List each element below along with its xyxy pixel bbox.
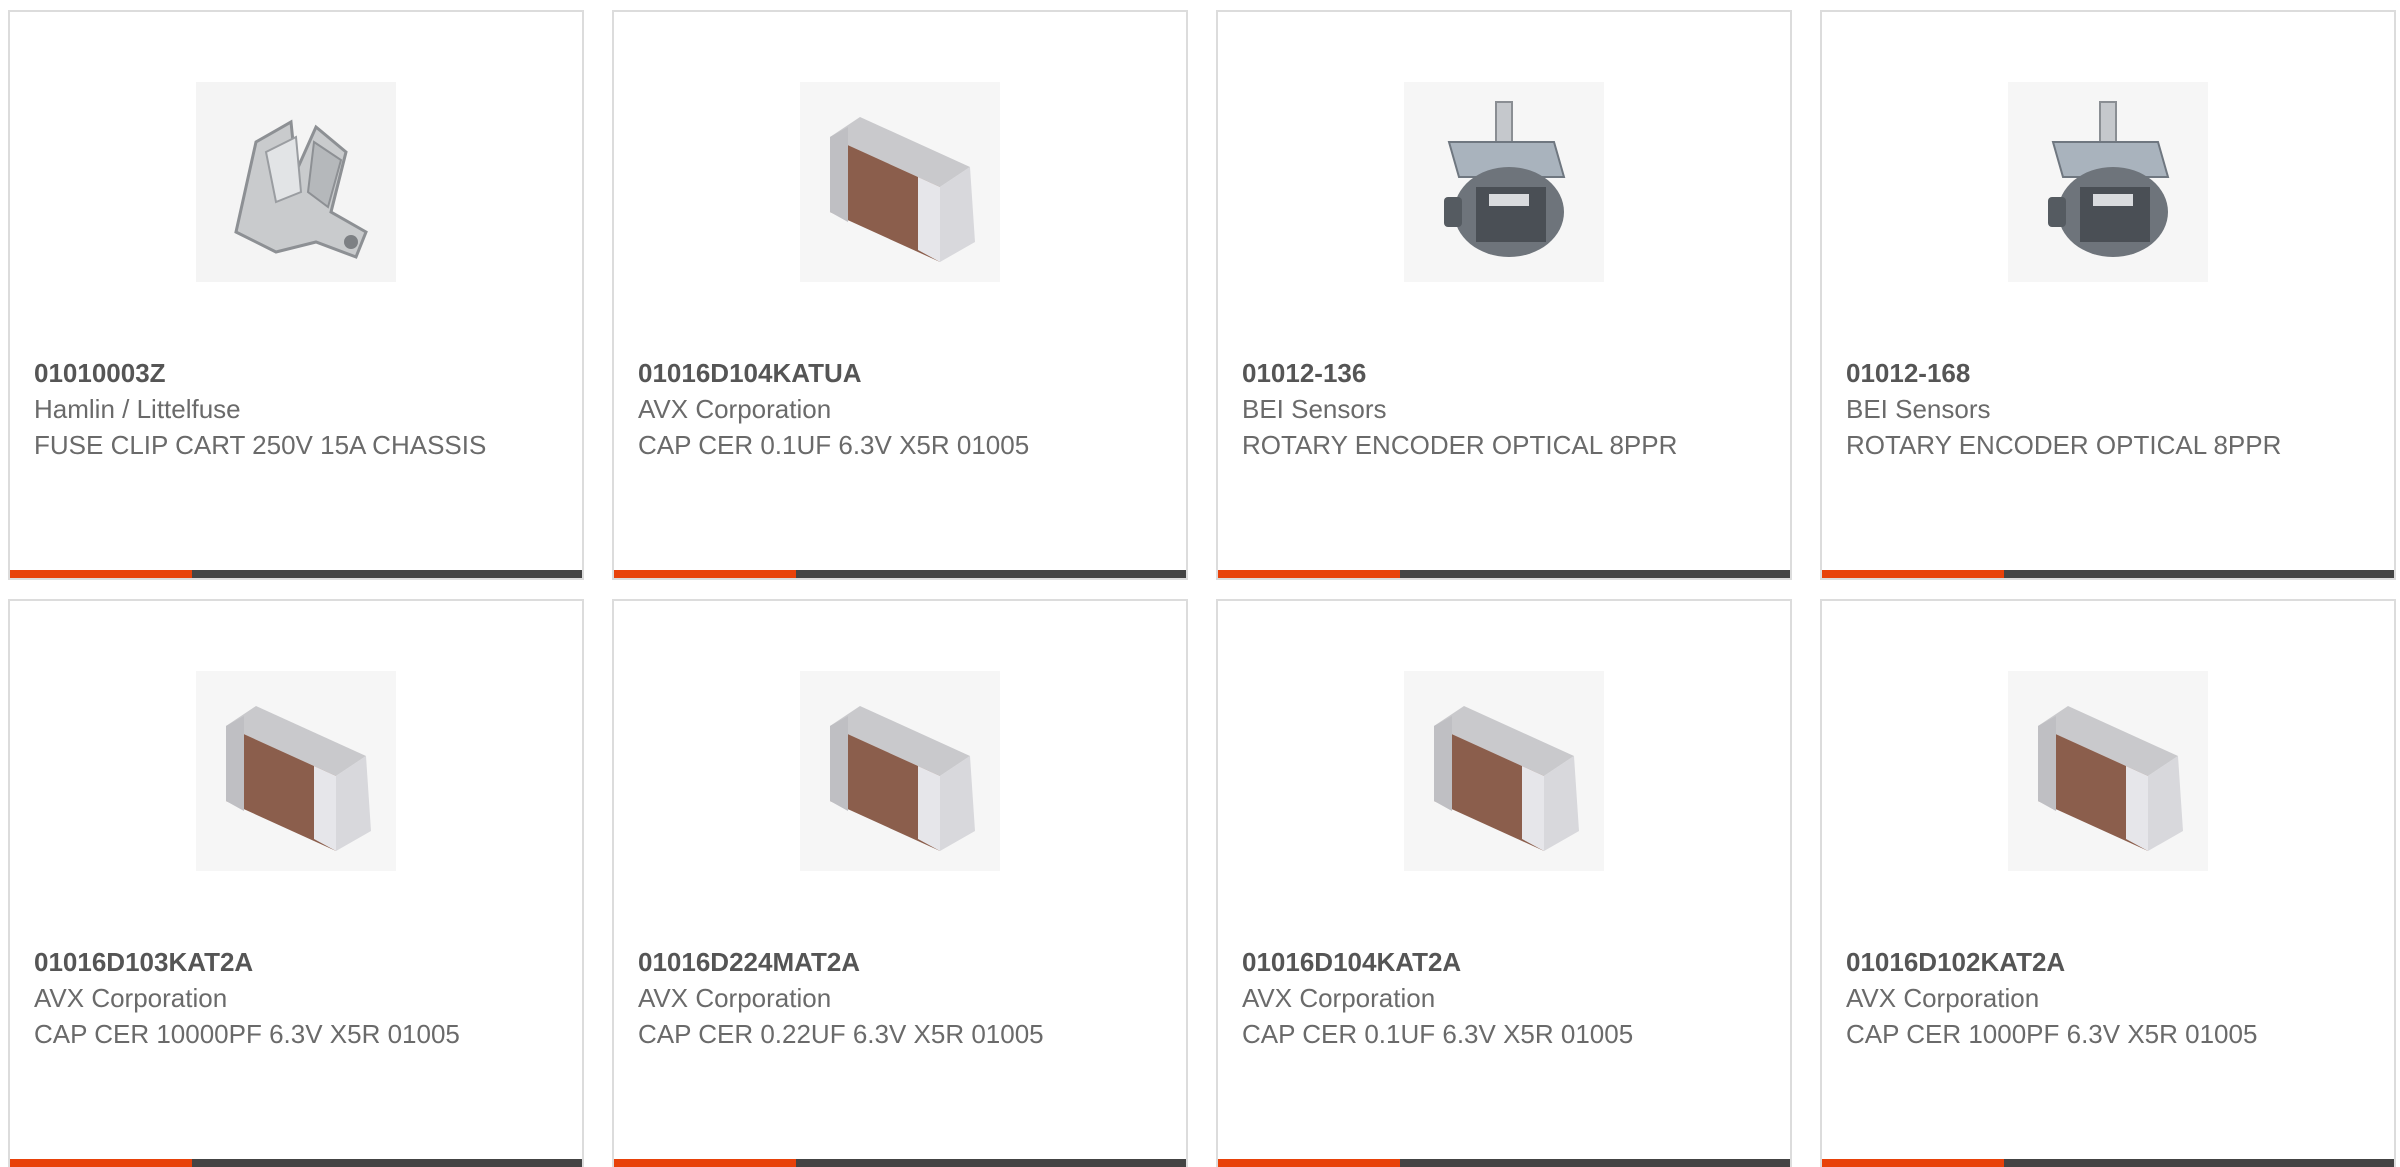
part-number[interactable]: 01012-136 [1242,355,1766,391]
product-description: ROTARY ENCODER OPTICAL 8PPR [1242,430,1678,460]
part-number[interactable]: 01012-168 [1846,355,2370,391]
part-number[interactable]: 01016D102KAT2A [1846,944,2370,980]
card-footer-accent [10,570,192,578]
rotary-encoder-image [1404,82,1604,282]
product-card[interactable]: 01010003Z Hamlin / Littelfuse FUSE CLIP … [8,10,584,580]
product-description: CAP CER 0.1UF 6.3V X5R 01005 [1242,1019,1634,1049]
manufacturer: Hamlin / Littelfuse [34,394,241,424]
part-number[interactable]: 01016D104KAT2A [1242,944,1766,980]
card-footer-accent [1822,570,2004,578]
product-card[interactable]: 01016D102KAT2A AVX Corporation CAP CER 1… [1820,599,2396,1167]
manufacturer: BEI Sensors [1242,394,1387,424]
ceramic-capacitor-image [1404,671,1604,871]
product-card[interactable]: 01016D103KAT2A AVX Corporation CAP CER 1… [8,599,584,1167]
card-footer-bar [10,570,582,578]
product-card[interactable]: 01016D104KATUA AVX Corporation CAP CER 0… [612,10,1188,580]
product-description: CAP CER 0.1UF 6.3V X5R 01005 [638,430,1030,460]
fuse-clip-image [196,82,396,282]
part-number[interactable]: 01016D103KAT2A [34,944,558,980]
product-card[interactable]: 01012-168 BEI Sensors ROTARY ENCODER OPT… [1820,10,2396,580]
card-footer-bar [1218,570,1790,578]
product-card[interactable]: 01016D104KAT2A AVX Corporation CAP CER 0… [1216,599,1792,1167]
product-card[interactable]: 01012-136 BEI Sensors ROTARY ENCODER OPT… [1216,10,1792,580]
ceramic-capacitor-image [196,671,396,871]
part-number[interactable]: 01010003Z [34,355,558,391]
card-footer-bar [1822,1159,2394,1167]
manufacturer: BEI Sensors [1846,394,1991,424]
product-grid: 01010003Z Hamlin / Littelfuse FUSE CLIP … [0,0,2400,1167]
card-footer-bar [1218,1159,1790,1167]
manufacturer: AVX Corporation [1242,983,1436,1013]
card-footer-accent [10,1159,192,1167]
card-footer-accent [1218,1159,1400,1167]
product-description: ROTARY ENCODER OPTICAL 8PPR [1846,430,2282,460]
product-description: CAP CER 0.22UF 6.3V X5R 01005 [638,1019,1044,1049]
part-number[interactable]: 01016D104KATUA [638,355,1162,391]
card-footer-accent [1218,570,1400,578]
card-footer-bar [10,1159,582,1167]
part-number[interactable]: 01016D224MAT2A [638,944,1162,980]
ceramic-capacitor-image [2008,671,2208,871]
card-footer-accent [614,570,796,578]
ceramic-capacitor-image [800,82,1000,282]
product-card[interactable]: 01016D224MAT2A AVX Corporation CAP CER 0… [612,599,1188,1167]
manufacturer: AVX Corporation [1846,983,2040,1013]
manufacturer: AVX Corporation [638,394,832,424]
card-footer-bar [614,570,1186,578]
card-footer-bar [1822,570,2394,578]
card-footer-accent [1822,1159,2004,1167]
rotary-encoder-image [2008,82,2208,282]
manufacturer: AVX Corporation [638,983,832,1013]
product-description: CAP CER 1000PF 6.3V X5R 01005 [1846,1019,2258,1049]
ceramic-capacitor-image [800,671,1000,871]
product-description: FUSE CLIP CART 250V 15A CHASSIS [34,430,487,460]
card-footer-accent [614,1159,796,1167]
card-footer-bar [614,1159,1186,1167]
product-description: CAP CER 10000PF 6.3V X5R 01005 [34,1019,460,1049]
manufacturer: AVX Corporation [34,983,228,1013]
